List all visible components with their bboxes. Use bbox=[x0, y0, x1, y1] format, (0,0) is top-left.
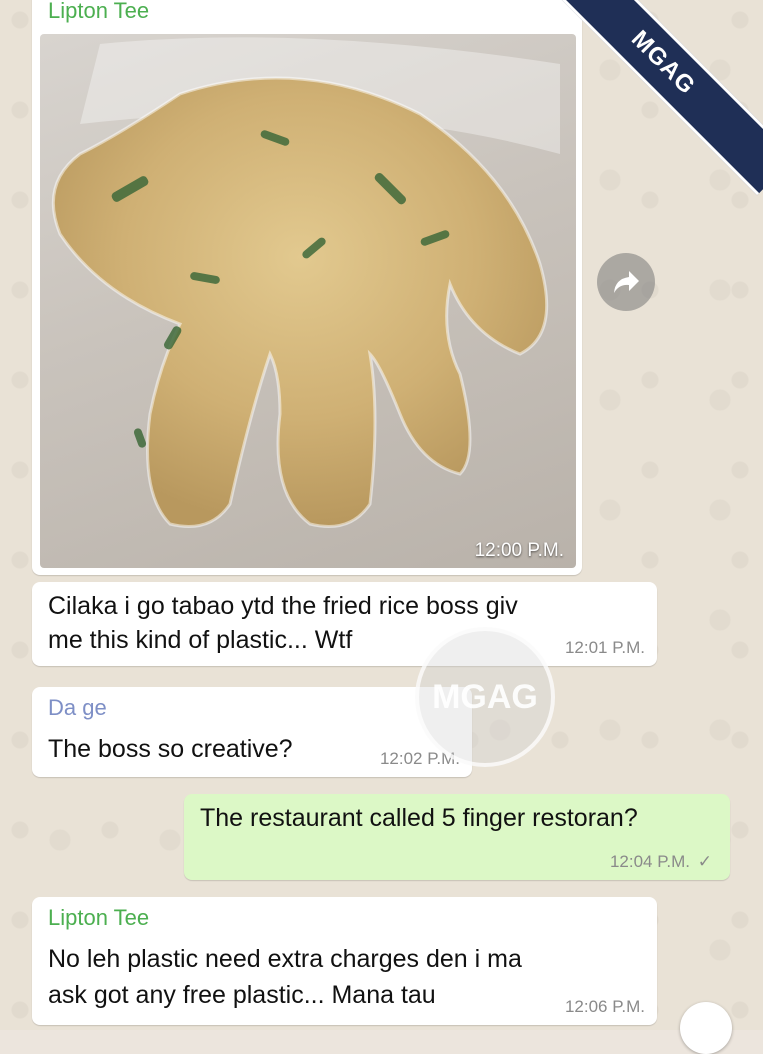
fried-rice-glove-photo[interactable]: 12:00 P.M. bbox=[40, 34, 576, 568]
text-message-bubble[interactable]: Cilaka i go tabao ytd the fried rice bos… bbox=[32, 582, 657, 666]
text-message-bubble[interactable]: Lipton Tee No leh plastic need extra cha… bbox=[32, 897, 657, 1025]
image-message-bubble[interactable]: Lipton Tee 12:00 P.M. bbox=[32, 0, 582, 575]
message-time: 12:01 P.M. bbox=[564, 638, 645, 657]
message-text-line: The boss so creative? bbox=[48, 735, 293, 763]
message-text-line: me this kind of plastic... Wtf bbox=[48, 626, 353, 654]
message-text-line: No leh plastic need extra charges den i … bbox=[48, 945, 522, 973]
message-text-line: ask got any free plastic... Mana tau bbox=[48, 981, 436, 1009]
sender-name: Da ge bbox=[48, 695, 107, 720]
message-time: 12:06 P.M. bbox=[564, 997, 645, 1016]
text-message-bubble[interactable]: Da ge The boss so creative? 12:02 P.M. bbox=[32, 687, 472, 777]
outgoing-message-bubble[interactable]: The restaurant called 5 finger restoran?… bbox=[184, 794, 730, 880]
message-time: 12:04 P.M. bbox=[609, 852, 690, 871]
glove-illustration bbox=[51, 37, 560, 528]
sender-name: Lipton Tee bbox=[48, 0, 150, 23]
message-text-line: Cilaka i go tabao ytd the fried rice bos… bbox=[48, 592, 518, 620]
sent-check-icon: ✓ bbox=[697, 852, 712, 871]
scroll-down-button[interactable] bbox=[680, 1002, 732, 1054]
forward-icon bbox=[614, 271, 639, 293]
message-text-line: The restaurant called 5 finger restoran? bbox=[200, 804, 638, 832]
sender-name: Lipton Tee bbox=[48, 905, 150, 930]
forward-button[interactable] bbox=[597, 253, 655, 311]
center-watermark-logo: MGAG bbox=[415, 627, 555, 767]
message-time: 12:00 P.M. bbox=[474, 540, 564, 561]
watermark-text: MGAG bbox=[432, 677, 538, 716]
